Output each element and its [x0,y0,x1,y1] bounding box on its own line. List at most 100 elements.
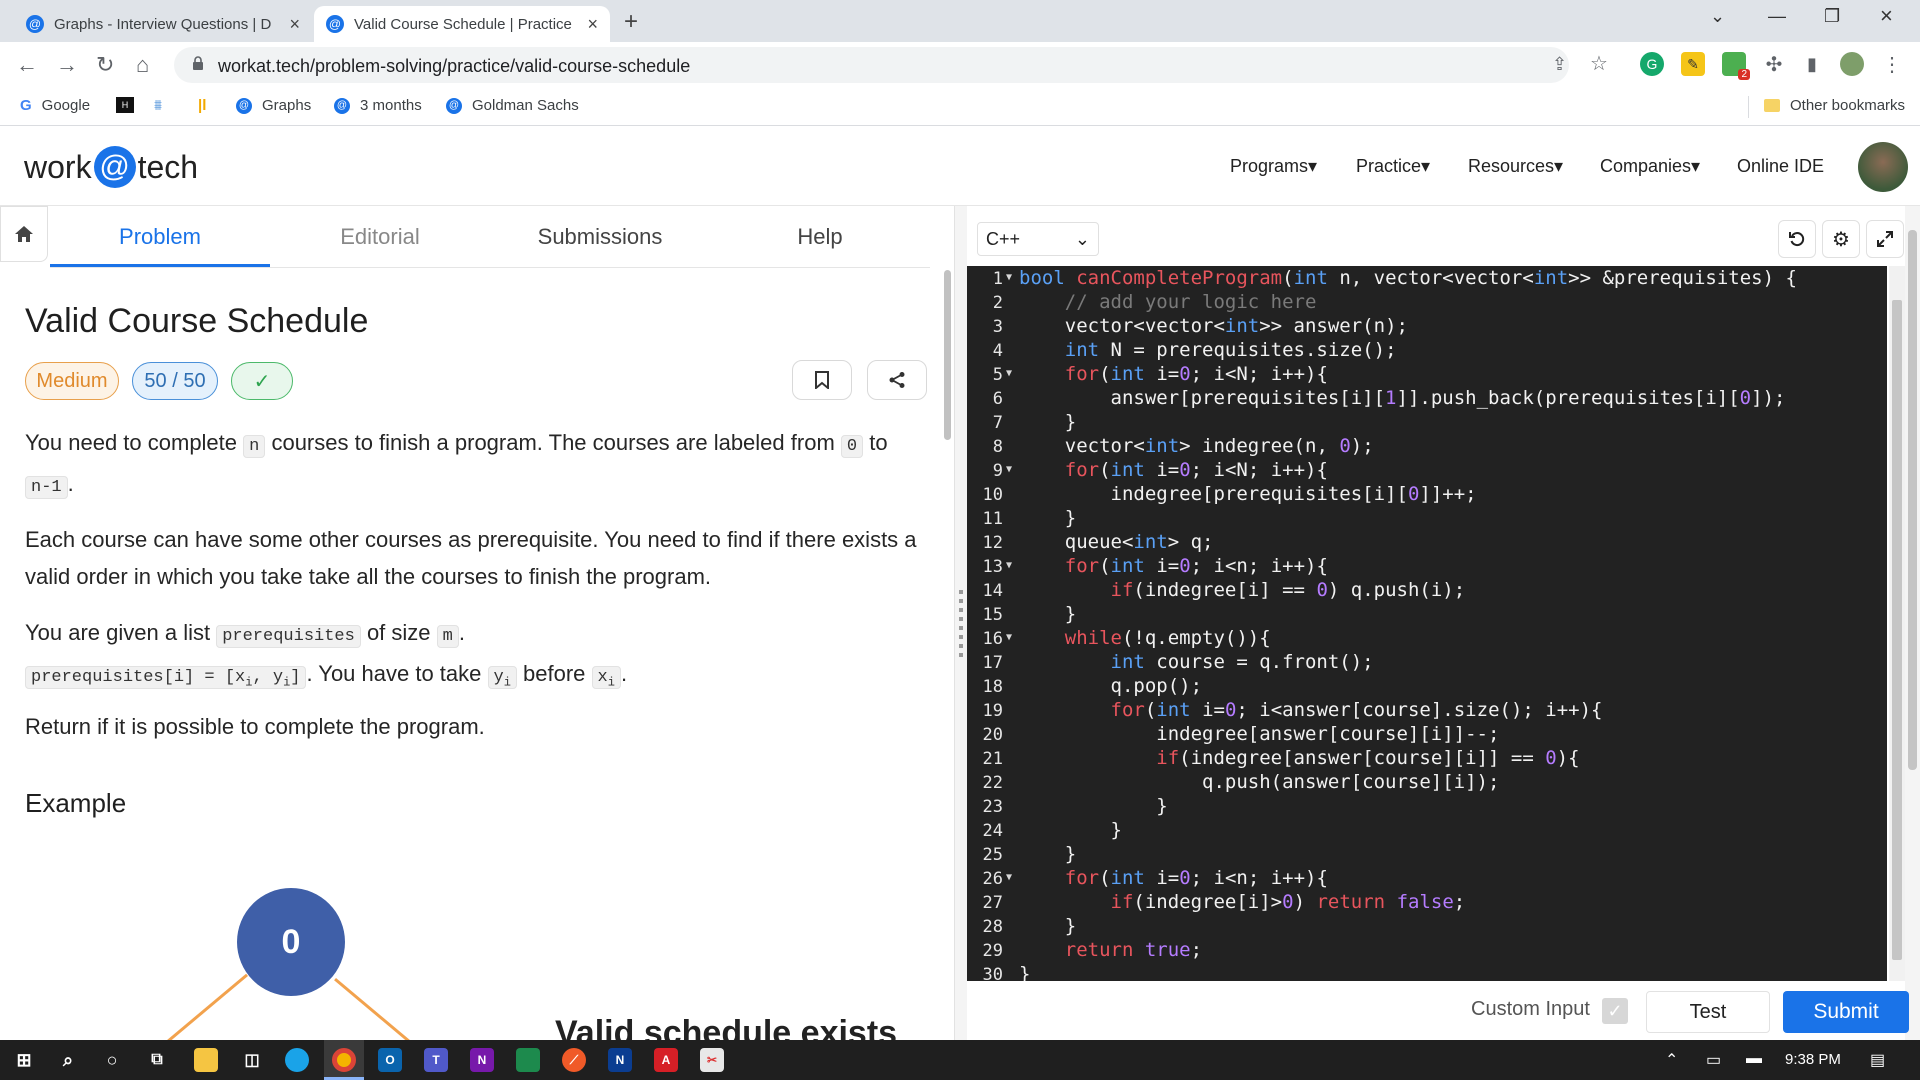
code-line[interactable]: 21 if(indegree[answer[course][i]] == 0){ [967,746,1887,770]
acrobat-icon[interactable]: A [654,1048,678,1072]
code-line[interactable]: 9 ▼ for(int i=0; i<N; i++){ [967,458,1887,482]
tab-problem[interactable]: Problem [50,224,270,250]
bookmark-chart-site[interactable]: ⩩ [154,97,162,114]
code-line[interactable]: 8 vector<int> indegree(n, 0); [967,434,1887,458]
bookmark-goldman-sachs[interactable]: @ Goldman Sachs [446,97,579,114]
browser-tab-graphs[interactable]: @ Graphs - Interview Questions | D × [14,6,312,42]
battery-icon[interactable]: ▬ [1746,1050,1762,1068]
fullscreen-button[interactable] [1866,220,1904,258]
browser-menu-icon[interactable]: ⋮ [1880,52,1904,76]
tab-help[interactable]: Help [710,224,930,250]
bookmark-analytics[interactable]: |l [198,97,206,114]
code-line[interactable]: 26 ▼ for(int i=0; i<n; i++){ [967,866,1887,890]
bookmark-3-months[interactable]: @ 3 months [334,97,422,114]
highlighter-extension-icon[interactable]: ✎ [1681,52,1705,76]
code-line[interactable]: 1 ▼ bool canCompleteProgram(int n, vector<… [967,266,1887,290]
fold-arrow-icon[interactable]: ▼ [1003,362,1015,386]
browser-tab-valid-course-schedule[interactable]: @ Valid Course Schedule | Practice × [314,6,610,42]
code-line[interactable]: 7 } [967,410,1887,434]
code-line[interactable]: 13 ▼ for(int i=0; i<n; i++){ [967,554,1887,578]
share-page-icon[interactable]: ⇪ [1552,54,1567,75]
home-button[interactable] [0,206,48,262]
back-icon[interactable]: ← [16,52,38,78]
bookmark-star-icon[interactable]: ☆ [1590,51,1608,76]
cortana-icon[interactable]: ○ [100,1048,124,1072]
fold-arrow-icon[interactable]: ▼ [1003,554,1015,578]
tab-submissions[interactable]: Submissions [490,224,710,250]
code-line[interactable]: 20 indegree[answer[course][i]]--; [967,722,1887,746]
onenote-icon[interactable]: N [470,1048,494,1072]
bookmark-graphs[interactable]: @ Graphs [236,97,311,114]
teams-icon[interactable]: T [424,1048,448,1072]
code-line[interactable]: 24 } [967,818,1887,842]
bookmark-button[interactable] [792,360,852,400]
snipping-tool-icon[interactable]: ✂ [700,1048,724,1072]
extensions-puzzle-icon[interactable]: ✣ [1762,52,1786,76]
code-line[interactable]: 5 ▼ for(int i=0; i<N; i++){ [967,362,1887,386]
search-icon[interactable]: ⌕ [56,1048,80,1072]
code-line[interactable]: 6 answer[prerequisites[i][1]].push_back(… [967,386,1887,410]
chrome-icon[interactable] [332,1048,356,1072]
minimize-icon[interactable]: — [1768,6,1786,27]
code-line[interactable]: 25 } [967,842,1887,866]
address-bar[interactable]: workat.tech/problem-solving/practice/val… [174,47,1569,83]
fold-arrow-icon[interactable]: ▼ [1003,626,1015,650]
reload-icon[interactable]: ↻ [96,52,114,78]
code-line[interactable]: 2 // add your logic here [967,290,1887,314]
problem-scrollbar[interactable] [944,270,951,440]
fold-arrow-icon[interactable]: ▼ [1003,866,1015,890]
code-line[interactable]: 22 q.push(answer[course][i]); [967,770,1887,794]
code-line[interactable]: 27 if(indegree[i]>0) return false; [967,890,1887,914]
code-line[interactable]: 18 q.pop(); [967,674,1887,698]
custom-input-checkbox[interactable]: ✓ [1602,998,1628,1024]
store-icon[interactable]: ◫ [240,1048,264,1072]
nav-programs[interactable]: Programs▾ [1230,156,1317,177]
forward-icon[interactable]: → [56,52,78,78]
code-line[interactable]: 14 if(indegree[i] == 0) q.push(i); [967,578,1887,602]
code-line[interactable]: 4 int N = prerequisites.size(); [967,338,1887,362]
code-editor[interactable]: 1 ▼ bool canCompleteProgram(int n, vector<… [967,266,1887,981]
nav-resources[interactable]: Resources▾ [1468,156,1563,177]
tab-editorial[interactable]: Editorial [270,224,490,250]
restore-icon[interactable]: ❐ [1824,6,1840,27]
nav-companies[interactable]: Companies▾ [1600,156,1700,177]
extension-badge-icon[interactable]: 2 [1722,52,1750,80]
language-select[interactable]: C++ ⌄ [977,222,1099,256]
settings-button[interactable]: ⚙ [1822,220,1860,258]
nav-online-ide[interactable]: Online IDE [1737,156,1824,177]
nav-practice[interactable]: Practice▾ [1356,156,1430,177]
notion-icon[interactable]: N [608,1048,632,1072]
notepad-icon[interactable] [516,1048,540,1072]
workattech-logo[interactable]: work @ tech [24,146,198,188]
share-button[interactable] [867,360,927,400]
test-button[interactable]: Test [1646,991,1770,1033]
code-line[interactable]: 16 ▼ while(!q.empty()){ [967,626,1887,650]
code-line[interactable]: 19 for(int i=0; i<answer[course].size();… [967,698,1887,722]
code-line[interactable]: 12 queue<int> q; [967,530,1887,554]
close-tab-icon[interactable]: × [289,14,300,35]
edge-icon[interactable] [285,1048,309,1072]
submit-button[interactable]: Submit [1783,991,1909,1033]
tab-search-icon[interactable]: ⌄ [1710,6,1725,27]
home-icon[interactable]: ⌂ [136,52,149,78]
system-clock[interactable]: 9:38 PM [1785,1051,1841,1068]
code-line[interactable]: 28 } [967,914,1887,938]
code-line[interactable]: 11 } [967,506,1887,530]
code-line[interactable]: 17 int course = q.front(); [967,650,1887,674]
code-line[interactable]: 23 } [967,794,1887,818]
notifications-icon[interactable]: ▤ [1870,1050,1885,1070]
new-tab-button[interactable]: + [624,8,638,36]
code-line[interactable]: 15 } [967,602,1887,626]
task-view-icon[interactable]: ⧉ [145,1048,169,1072]
bookmark-hackerrank[interactable]: H [116,97,134,113]
editor-scrollbar-thumb[interactable] [1892,300,1902,960]
profile-avatar-icon[interactable] [1840,52,1864,76]
other-bookmarks[interactable]: Other bookmarks [1764,97,1905,114]
code-line[interactable]: 29 return true; [967,938,1887,962]
fold-arrow-icon[interactable]: ▼ [1003,266,1015,290]
chevron-up-icon[interactable]: ⌃ [1665,1050,1678,1070]
splitter-handle-icon[interactable] [959,590,963,658]
network-icon[interactable]: ▭ [1706,1050,1721,1070]
side-panel-icon[interactable]: ▮ [1800,52,1824,76]
close-tab-icon[interactable]: × [587,14,598,35]
